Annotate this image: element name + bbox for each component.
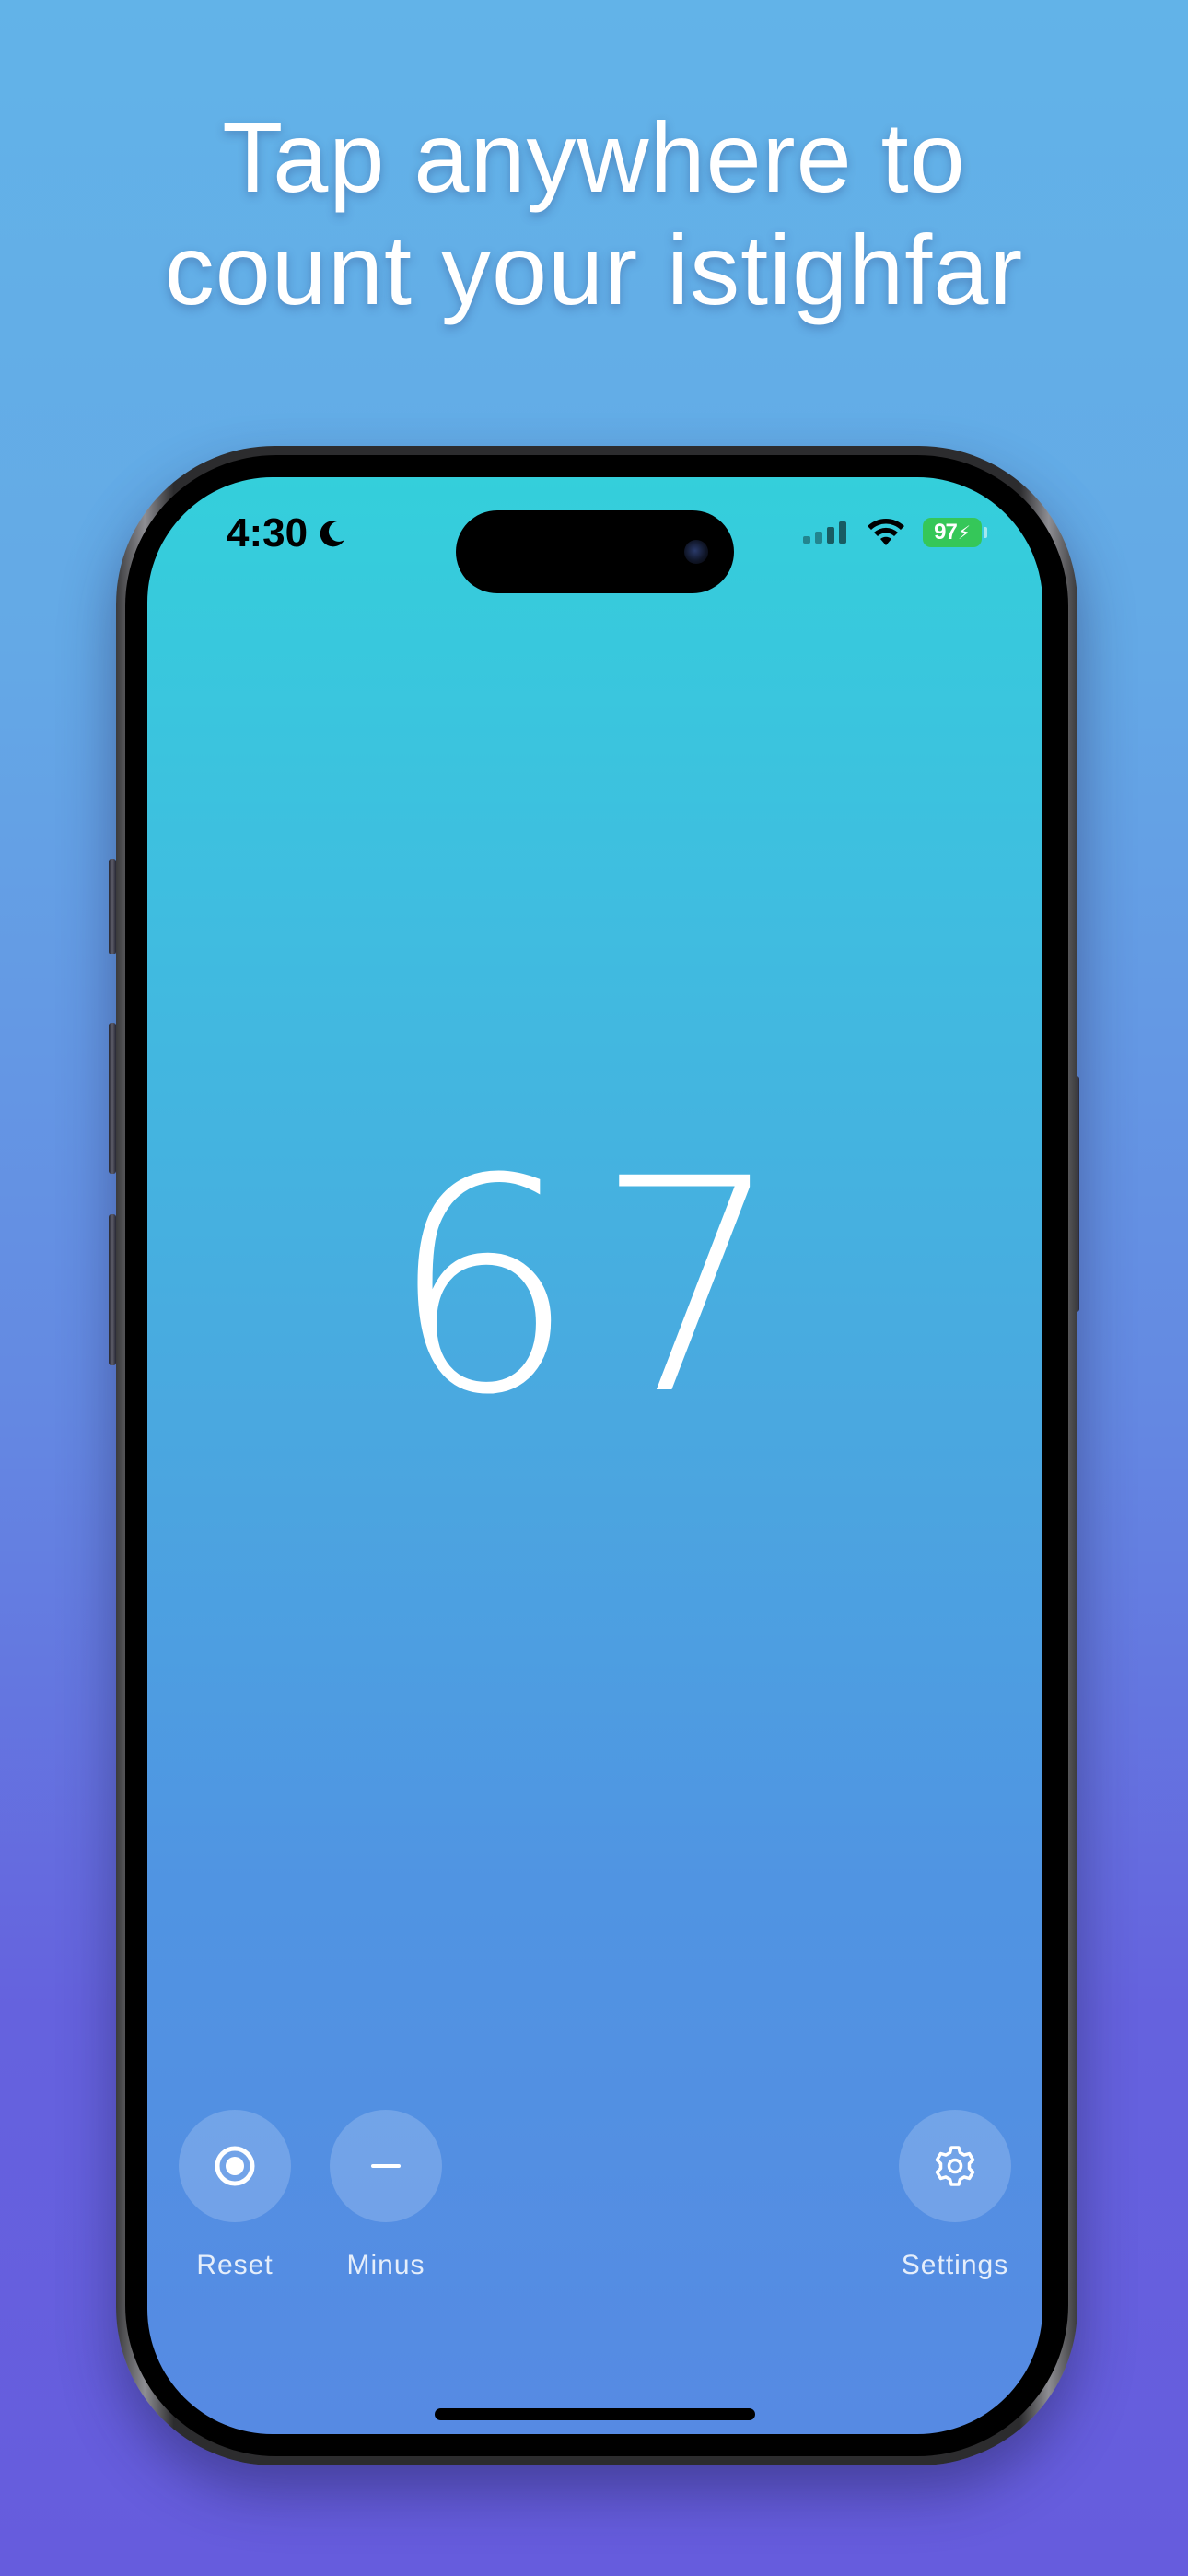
reset-icon	[215, 2146, 255, 2186]
phone-volume-down-button	[109, 1214, 116, 1365]
battery-icon: 97 ⚡	[923, 518, 987, 547]
dynamic-island	[456, 510, 734, 593]
charging-bolt-icon: ⚡	[957, 522, 971, 544]
headline-line-2: count your istighfar	[164, 214, 1024, 325]
home-indicator[interactable]	[435, 2408, 755, 2420]
settings-button[interactable]	[899, 2110, 1011, 2222]
reset-control: Reset	[152, 2110, 318, 2281]
headline-line-1: Tap anywhere to	[222, 101, 966, 213]
battery-level: 97	[934, 520, 958, 544]
moon-icon	[320, 521, 345, 547]
app-screen: 4:30 97 ⚡ Reset Minus Settings 67	[147, 477, 1042, 2434]
status-bar-time: 4:30	[227, 510, 348, 556]
phone-action-button	[109, 859, 116, 954]
settings-label: Settings	[901, 2250, 1009, 2280]
minus-icon	[371, 2164, 401, 2168]
minus-control: Minus	[303, 2110, 469, 2281]
minus-label: Minus	[346, 2250, 425, 2280]
status-time-text: 4:30	[227, 510, 309, 556]
gear-icon	[935, 2146, 975, 2186]
marketing-headline: Tap anywhere to count your istighfar	[0, 101, 1188, 326]
minus-button[interactable]	[330, 2110, 442, 2222]
status-bar-indicators: 97 ⚡	[803, 518, 987, 547]
camera-icon	[684, 540, 708, 564]
wifi-icon	[868, 519, 904, 545]
reset-button[interactable]	[179, 2110, 291, 2222]
signal-icon	[803, 521, 846, 544]
istighfar-counter: 67	[389, 1117, 801, 1459]
reset-label: Reset	[196, 2250, 274, 2280]
settings-control: Settings	[872, 2110, 1038, 2281]
phone-volume-up-button	[109, 1023, 116, 1174]
